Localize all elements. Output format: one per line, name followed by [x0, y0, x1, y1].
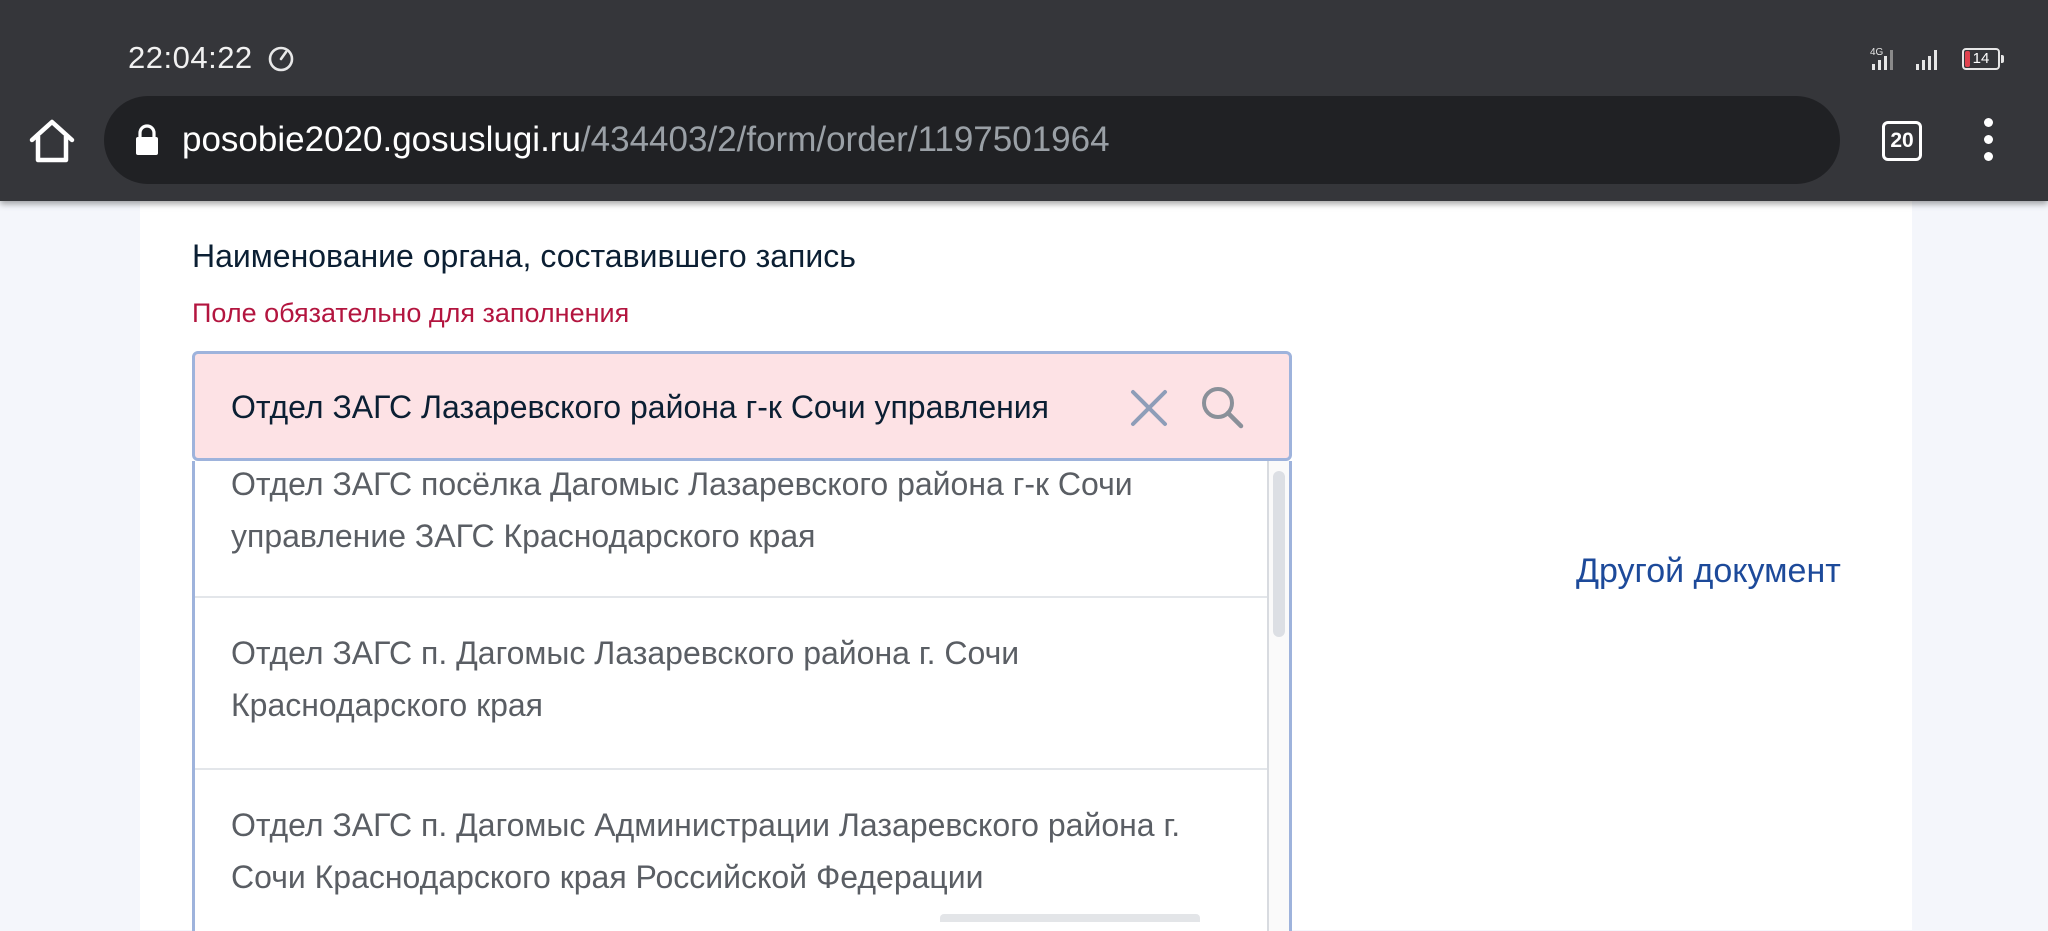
home-icon[interactable] [28, 118, 76, 164]
status-time: 22:04:22 [128, 40, 253, 75]
address-bar[interactable]: posobie2020.gosuslugi.ru/434403/2/form/o… [104, 96, 1840, 184]
mobile-signal-4g-icon: 4G [1870, 47, 1893, 70]
option-line: Отдел ЗАГС п. Дагомыс Администрации Лаза… [231, 807, 1181, 843]
dropdown-scrollbar[interactable] [1267, 461, 1289, 931]
search-icon[interactable] [1199, 384, 1245, 430]
registry-office-input[interactable] [231, 384, 1101, 430]
option-line: Краснодарского края [231, 687, 543, 723]
option-line: Сочи Краснодарского края Российской Феде… [231, 859, 984, 895]
option-line: Отдел ЗАГС посёлка Дагомыс Лазаревского … [231, 466, 1133, 502]
clear-icon[interactable] [1127, 386, 1171, 430]
suggestions-dropdown: Отдел ЗАГС посёлка Дагомыс Лазаревского … [192, 461, 1292, 931]
svg-text:4G: 4G [1870, 47, 1884, 58]
option-line: управление ЗАГС Краснодарского края [231, 518, 816, 554]
signal-strength-icon [1916, 50, 1937, 70]
browser-menu-icon[interactable] [1976, 118, 2000, 162]
suggestion-option[interactable]: Отдел ЗАГС п. Дагомыс Администрации Лаза… [195, 771, 1267, 931]
url-host: posobie2020.gosuslugi.ru [182, 120, 581, 159]
suggestion-option[interactable]: Отдел ЗАГС посёлка Дагомыс Лазаревского … [195, 461, 1267, 598]
tab-switcher-button[interactable]: 20 [1882, 121, 1922, 161]
option-line: Отдел ЗАГС п. Дагомыс Лазаревского район… [231, 635, 1020, 671]
url-text[interactable]: posobie2020.gosuslugi.ru/434403/2/form/o… [182, 116, 1110, 164]
lock-icon [136, 124, 158, 155]
url-path: /434403/2/form/order/1197501964 [580, 120, 1110, 159]
registry-office-combobox[interactable] [192, 351, 1292, 461]
field-error-message: Поле обязательно для заполнения [192, 298, 630, 328]
field-label: Наименование органа, составившего запись [192, 238, 856, 274]
scroll-indicator [940, 914, 1200, 922]
status-icons: 4G 14 [1864, 42, 2004, 72]
browser-chrome: 22:04:22 4G 14 posobie2020.gosuslugi.ru/… [0, 0, 2048, 201]
speedometer-icon [268, 46, 294, 72]
other-document-link[interactable]: Другой документ [1576, 552, 1841, 591]
battery-level: 14 [1972, 50, 1990, 67]
scrollbar-thumb[interactable] [1273, 471, 1285, 637]
suggestion-option[interactable]: Отдел ЗАГС п. Дагомыс Лазаревского район… [195, 599, 1267, 770]
battery-icon: 14 [1962, 48, 2004, 70]
